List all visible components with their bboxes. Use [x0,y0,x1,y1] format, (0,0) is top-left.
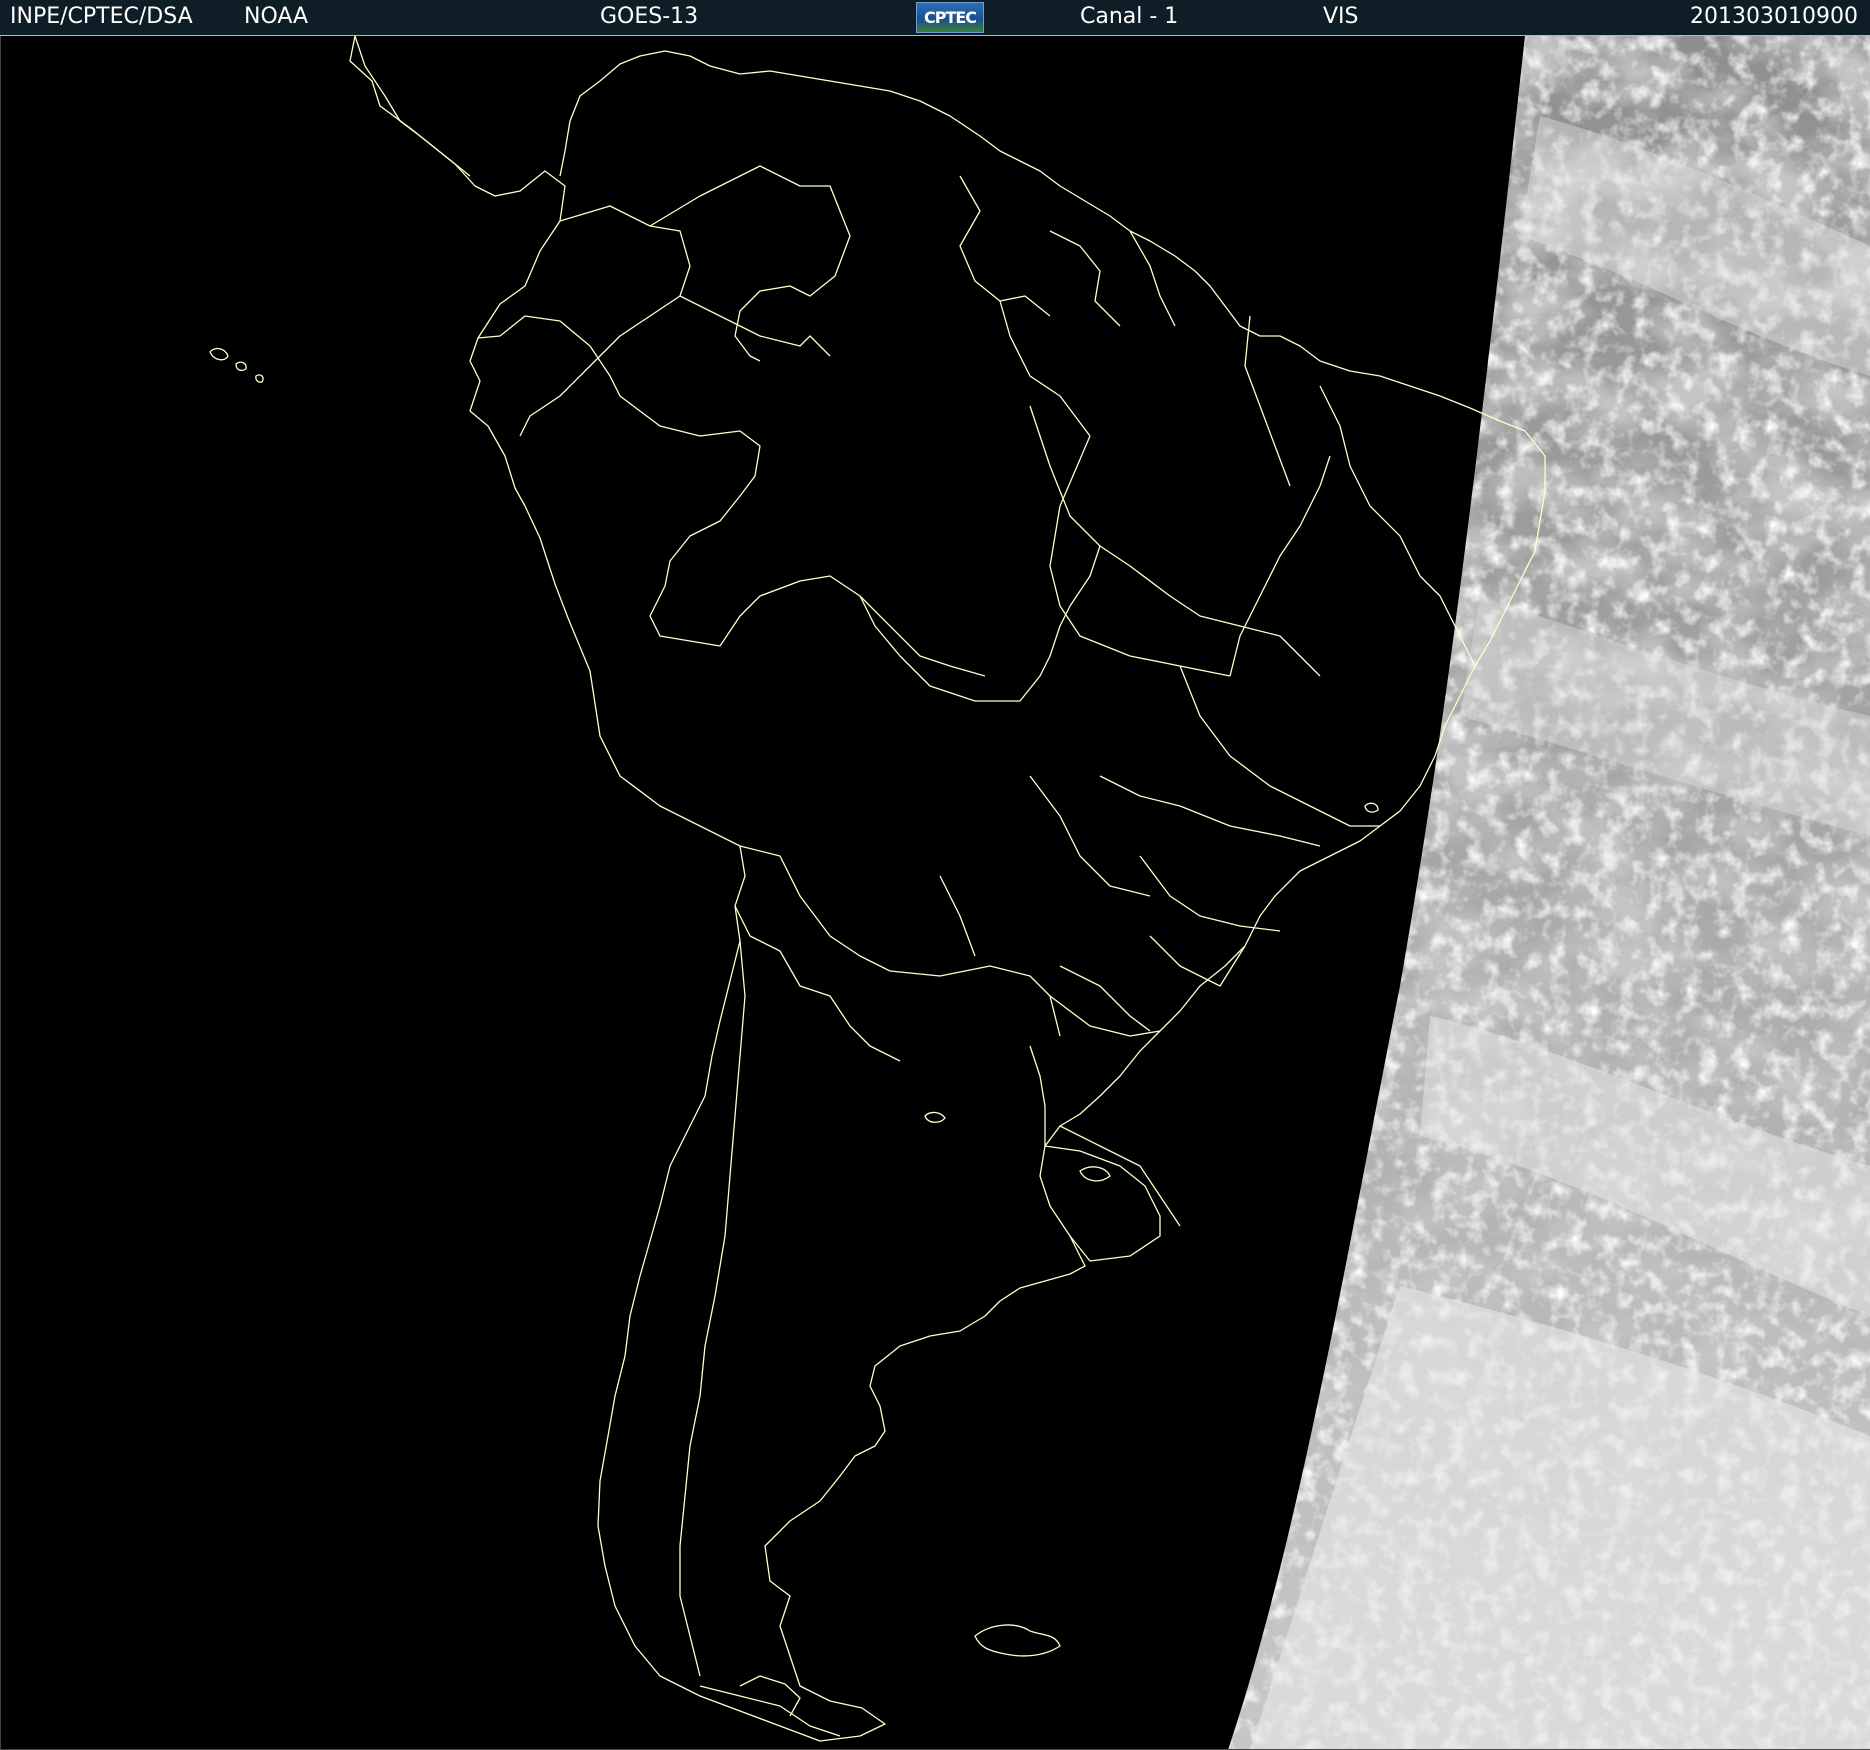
image-header-bar: INPE/CPTEC/DSA NOAA GOES-13 CPTEC Canal … [0,0,1870,36]
satellite-label: GOES-13 [600,4,699,29]
band-label: VIS [1323,4,1359,29]
cloud-imagery [1228,36,1870,1750]
satellite-map [0,36,1870,1750]
institution-label: INPE/CPTEC/DSA [10,4,193,29]
channel-label: Canal - 1 [1080,4,1179,29]
map-svg [209,36,1870,1750]
agency-label: NOAA [244,4,309,29]
timestamp-label: 201303010900 [1690,4,1858,29]
cptec-logo-text: CPTEC [923,8,977,27]
cptec-logo: CPTEC [916,2,984,33]
